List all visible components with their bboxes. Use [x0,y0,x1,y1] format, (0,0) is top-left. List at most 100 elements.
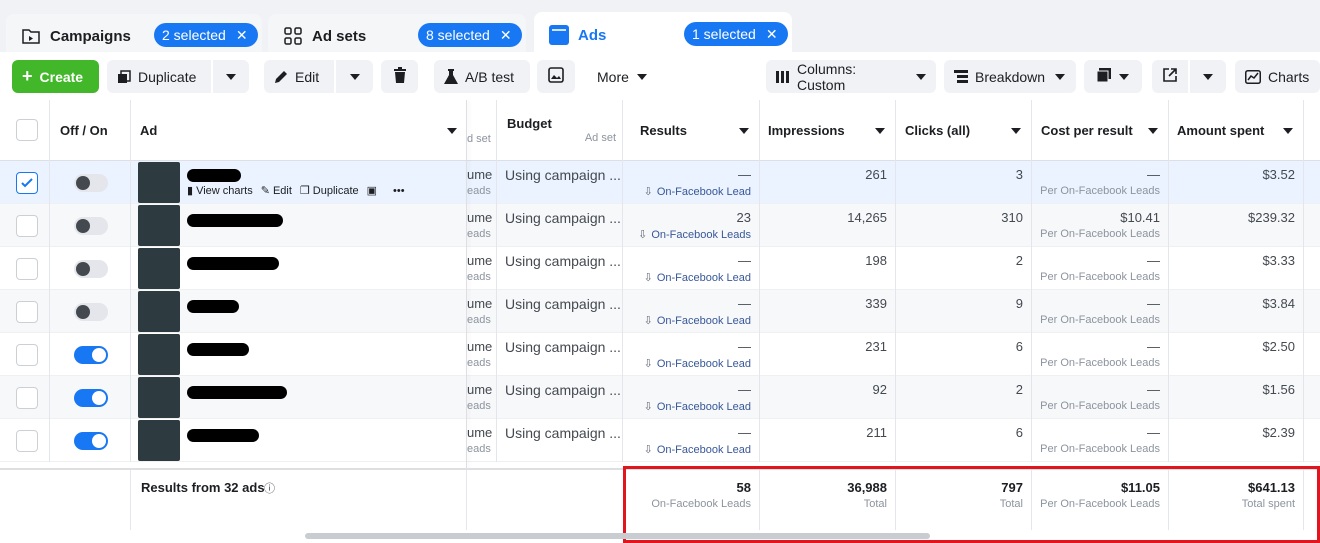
ad-thumbnail[interactable] [138,377,180,418]
selected-pill[interactable]: 8 selected ✕ [418,23,522,47]
table-row[interactable]: ume eads Using campaign ... — ⇩ On-Facebo… [0,161,1320,204]
download-icon: ⇩ [643,186,653,198]
table-row[interactable]: ume eads Using campaign ... — ⇩ On-Facebo… [0,333,1320,376]
clear-selection-icon[interactable]: ✕ [766,26,778,43]
delivery-toggle[interactable] [74,432,108,450]
ad-name-cell[interactable] [131,290,467,333]
selected-pill[interactable]: 2 selected ✕ [154,23,258,47]
duplicate-button[interactable]: Duplicate [107,60,211,93]
breakdown-button[interactable]: Breakdown [944,60,1076,93]
column-header-ad-set[interactable]: d set [467,100,497,161]
charts-button[interactable]: Charts [1235,60,1320,93]
more-button[interactable]: More [587,60,657,93]
edit-dropdown[interactable] [336,60,373,93]
export-dropdown[interactable] [1190,60,1226,93]
summary-label-cell: Results from 32 ads ⓘ [131,470,467,530]
ad-name-cell[interactable] [131,333,467,376]
results-value: — [738,382,751,397]
column-header-clicks[interactable]: Clicks (all) [896,100,1032,161]
ad-thumbnail[interactable] [138,248,180,289]
row-checkbox[interactable] [16,215,38,237]
results-link[interactable]: ⇩ On-Facebook Lead [644,400,751,414]
row-checkbox[interactable] [16,344,38,366]
create-button[interactable]: + Create [12,60,99,93]
column-header-impressions[interactable]: Impressions [760,100,896,161]
row-checkbox[interactable] [16,387,38,409]
delivery-toggle[interactable] [74,260,108,278]
results-link[interactable]: ⇩ On-Facebook Leads [638,228,751,242]
ad-name-cell[interactable] [131,161,467,204]
delete-button[interactable] [381,60,418,93]
preview-button[interactable] [537,60,575,93]
row-edit-link[interactable]: ✎ Edit [261,184,292,198]
delivery-toggle[interactable] [74,174,108,192]
table-row[interactable]: ume eads Using campaign ... — ⇩ On-Facebo… [0,376,1320,419]
column-header-cost-per-result[interactable]: Cost per result [1032,100,1169,161]
budget-cell: Using campaign ... [497,333,623,376]
download-icon: ⇩ [643,358,653,370]
results-link[interactable]: ⇩ On-Facebook Lead [644,443,751,457]
export-button[interactable] [1152,60,1188,93]
table-row[interactable]: ume eads Using campaign ... — ⇩ On-Facebo… [0,290,1320,333]
toolbar: + Create Duplicate Edit A/B test More Co… [0,52,1320,100]
row-duplicate-link[interactable]: ❐ Duplicate [300,184,359,198]
delivery-toggle[interactable] [74,346,108,364]
row-checkbox[interactable] [16,301,38,323]
table-row[interactable]: ume eads Using campaign ... — ⇩ On-Facebo… [0,419,1320,462]
results-link[interactable]: ⇩ On-Facebook Lead [643,357,751,371]
amount-spent-cell: $239.32 [1169,204,1304,247]
horizontal-scrollbar[interactable] [305,533,930,539]
ad-name-cell[interactable] [131,247,467,290]
table-row[interactable]: ume eads Using campaign ... — ⇩ On-Facebo… [0,247,1320,290]
column-header-amount-spent[interactable]: Amount spent [1169,100,1304,161]
ad-name-cell[interactable] [131,419,467,462]
ad-name-cell[interactable] [131,376,467,419]
column-header-budget[interactable]: Budget Ad set [497,100,623,161]
info-icon[interactable]: ⓘ [264,480,275,496]
row-select-cell [0,419,50,462]
reports-button[interactable] [1084,60,1142,93]
ad-thumbnail[interactable] [138,205,180,246]
image-icon[interactable]: ▣ [367,184,377,197]
results-link[interactable]: ⇩ On-Facebook Lead [643,185,751,199]
results-label: On-Facebook Lead [656,271,751,284]
level-tabs: Campaigns 2 selected ✕ Ad sets 8 selecte… [0,8,1320,58]
row-checkbox[interactable] [16,258,38,280]
row-toggle-cell [50,290,131,333]
cost-per-result-cell: — Per On-Facebook Leads [1032,290,1169,333]
selected-pill[interactable]: 1 selected ✕ [684,22,788,46]
row-checkbox[interactable] [16,172,38,194]
ad-thumbnail[interactable] [138,420,180,461]
clear-selection-icon[interactable]: ✕ [236,27,248,44]
delivery-toggle[interactable] [74,303,108,321]
summary-value: 58 [736,480,751,495]
column-label: Budget [507,116,552,131]
column-header-ad[interactable]: Ad [131,100,467,161]
select-all-checkbox[interactable] [16,119,38,141]
amount-spent-value: $3.84 [1262,296,1295,311]
table-row[interactable]: ume eads Using campaign ... 23 ⇩ On-Faceb… [0,204,1320,247]
ad-name-cell[interactable] [131,204,467,247]
duplicate-dropdown[interactable] [213,60,249,93]
columns-button[interactable]: Columns: Custom [766,60,936,93]
ab-test-button[interactable]: A/B test [434,60,530,93]
delivery-toggle[interactable] [74,389,108,407]
column-header-results[interactable]: Results [623,100,760,161]
impressions-value: 198 [865,253,887,268]
ad-thumbnail[interactable] [138,334,180,375]
column-sublabel: Ad set [584,132,616,144]
column-header-off-on[interactable]: Off / On [50,100,131,161]
results-link[interactable]: ⇩ On-Facebook Lead [644,271,751,285]
ad-thumbnail[interactable] [138,291,180,332]
results-link[interactable]: ⇩ On-Facebook Lead [644,314,751,328]
delivery-toggle[interactable] [74,217,108,235]
edit-button[interactable]: Edit [264,60,334,93]
more-options-icon[interactable]: ••• [393,185,405,197]
clicks-value: 6 [1015,339,1023,354]
clear-selection-icon[interactable]: ✕ [500,27,512,44]
row-checkbox[interactable] [16,430,38,452]
view-charts-link[interactable]: ▮ View charts [187,184,253,198]
summary-sublabel: On-Facebook Leads [651,498,751,510]
ad-thumbnail[interactable] [138,162,180,203]
impressions-value: 261 [865,167,887,182]
